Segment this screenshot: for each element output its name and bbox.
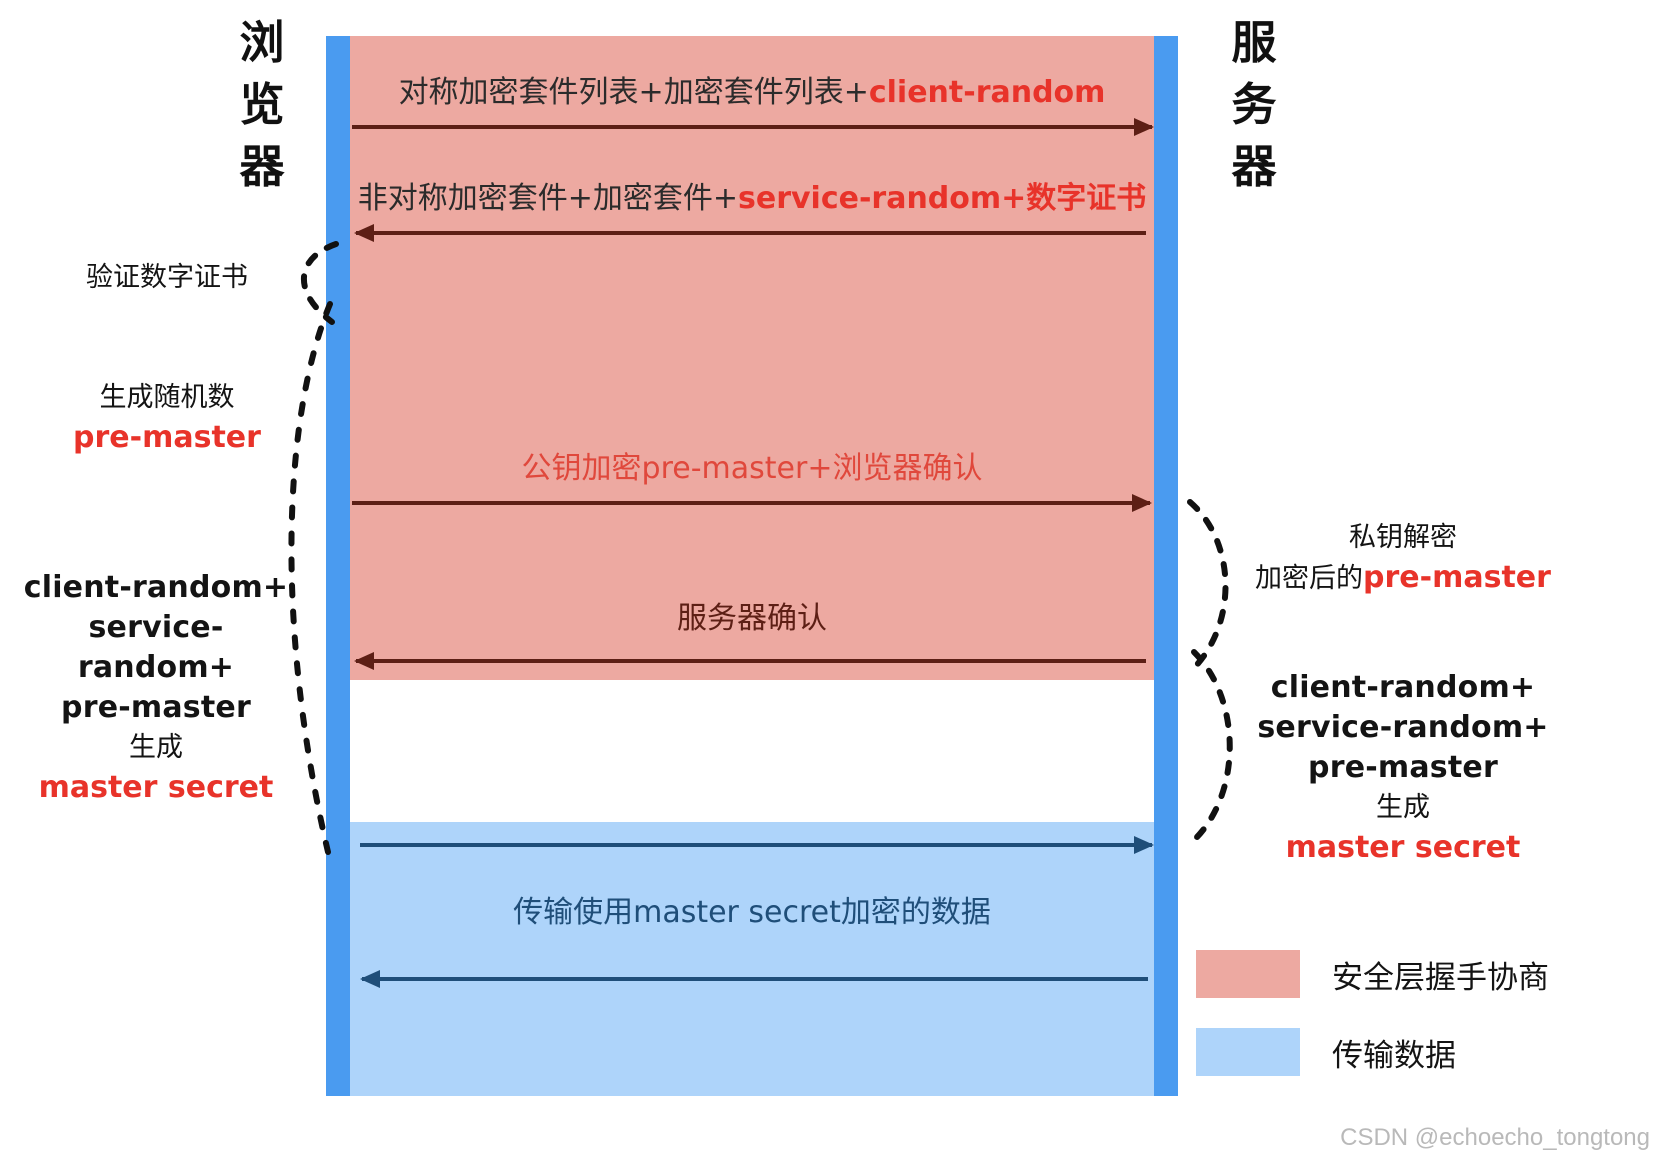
note-generate-random-line1: 生成随机数 [99, 382, 235, 413]
note-generate-random-premaster: pre-master [73, 420, 261, 455]
legend-item-transfer: 传输数据 [1196, 1024, 1646, 1080]
message-label-server-hello: 非对称加密套件+加密套件+service-random+数字证书 [350, 180, 1154, 218]
legend-item-handshake: 安全层握手协商 [1196, 946, 1646, 1002]
message-1-text-highlight: client-random [868, 75, 1106, 110]
arrow-shaft [352, 125, 1152, 129]
arrow-client-hello [352, 116, 1154, 138]
note-verify-certificate: 验证数字证书 [42, 258, 292, 298]
message-5-text-highlight: master secret [633, 895, 841, 930]
watermark: CSDN @echoecho_tongtong [1340, 1124, 1650, 1151]
arrow-head-icon [1134, 836, 1154, 854]
sequence-diagram: 浏览器 服务器 对称加密套件列表+加密套件列表+client-random 非对… [0, 0, 1668, 1160]
arrow-head-icon [354, 652, 374, 670]
note-server-master-secret-line3: pre-master [1308, 750, 1498, 785]
note-private-key-decrypt-line1: 私钥解密 [1349, 522, 1457, 553]
note-private-key-decrypt-line2-red: pre-master [1363, 560, 1551, 595]
data-transfer-phase-band [350, 822, 1154, 1096]
arrow-head-icon [1132, 494, 1152, 512]
legend-swatch-handshake [1196, 950, 1300, 998]
arrow-shaft [352, 501, 1150, 505]
actor-label-server: 服务器 [1231, 16, 1279, 193]
arrow-head-icon [360, 970, 380, 988]
arrow-shaft [362, 977, 1148, 981]
note-browser-master-secret-line2: service-random+ [77, 610, 235, 685]
note-verify-certificate-line1: 验证数字证书 [86, 262, 248, 293]
arrow-application-data-outbound [360, 834, 1154, 856]
note-generate-random: 生成随机数 pre-master [42, 378, 292, 458]
message-1-text-cn: 对称加密套件列表+加密套件列表+ [398, 75, 869, 110]
note-browser-master-secret-line3: pre-master [61, 690, 251, 725]
message-2-text-suffix: +数字证书 [1001, 181, 1147, 216]
message-label-application-data: 传输使用master secret加密的数据 [350, 894, 1154, 932]
note-private-key-decrypt: 私钥解密 加密后的pre-master [1238, 518, 1568, 599]
legend-swatch-transfer [1196, 1028, 1300, 1076]
server-lifeline [1154, 36, 1178, 1096]
arrow-shaft [360, 843, 1152, 847]
note-browser-master-secret-line4: 生成 [129, 732, 183, 763]
message-5-text-suffix: 加密的数据 [840, 895, 991, 930]
arrow-client-key-exchange [352, 492, 1152, 514]
note-server-master-secret-line1: client-random+ [1270, 670, 1536, 705]
note-server-master-secret-line4: 生成 [1376, 792, 1430, 823]
message-2-text-highlight: service-random [737, 181, 1002, 216]
message-2-text-cn: 非对称加密套件+加密套件+ [357, 181, 738, 216]
message-3-text-cn: 公钥加密 [521, 451, 642, 486]
note-private-key-decrypt-line2-cn: 加密后的 [1255, 563, 1364, 594]
arrow-server-finished [354, 650, 1146, 672]
arrow-head-icon [354, 224, 374, 242]
arrow-application-data-inbound [360, 968, 1148, 990]
note-private-key-decrypt-line2: 加密后的pre-master [1238, 558, 1568, 599]
arrow-shaft [356, 231, 1146, 235]
message-3-text-highlight: pre-master [641, 451, 808, 486]
message-label-client-hello: 对称加密套件列表+加密套件列表+client-random [350, 74, 1154, 112]
message-3-text-suffix: +浏览器确认 [807, 451, 983, 486]
message-label-client-key-exchange: 公钥加密pre-master+浏览器确认 [350, 450, 1154, 488]
arrow-server-hello [354, 222, 1146, 244]
legend-label-transfer: 传输数据 [1332, 1037, 1456, 1074]
message-4-text-cn: 服务器确认 [677, 601, 827, 636]
message-label-server-finished: 服务器确认 [350, 600, 1154, 638]
note-server-master-secret-line2: service-random+ [1257, 710, 1549, 745]
note-browser-master-secret: client-random+ service-random+ pre-maste… [12, 568, 300, 808]
actor-label-browser: 浏览器 [239, 16, 287, 193]
legend-label-handshake: 安全层握手协商 [1332, 959, 1549, 996]
arrow-head-icon [1134, 118, 1154, 136]
message-5-text-cn: 传输使用 [513, 895, 634, 930]
note-server-master-secret-line5: master secret [1285, 830, 1521, 865]
note-server-master-secret: client-random+ service-random+ pre-maste… [1238, 668, 1568, 868]
legend: 安全层握手协商 传输数据 [1196, 946, 1646, 1102]
note-browser-master-secret-line5: master secret [38, 770, 274, 805]
note-browser-master-secret-line1: client-random+ [23, 570, 289, 605]
arrow-shaft [356, 659, 1146, 663]
